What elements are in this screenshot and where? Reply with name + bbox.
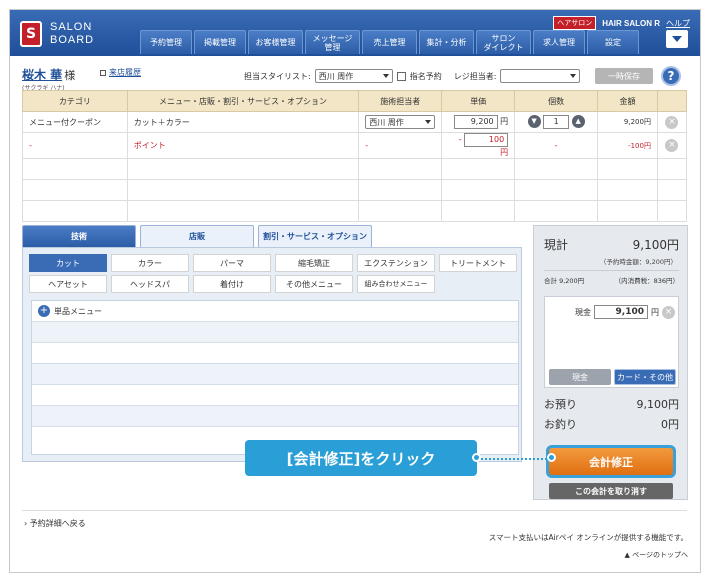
list-item — [32, 406, 518, 427]
change-row: お釣り 0円 — [544, 418, 679, 431]
list-item — [32, 343, 518, 364]
table-row — [22, 158, 688, 180]
connector-dot-icon — [472, 453, 481, 462]
nav-settings[interactable]: 設定 — [587, 30, 639, 54]
category-straightening[interactable]: 縮毛矯正 — [275, 254, 353, 272]
category-color[interactable]: カラー — [111, 254, 189, 272]
main-nav: 予約管理 掲載管理 お客様管理 メッセージ 管理 売上管理 集計・分析 サロン … — [140, 30, 639, 54]
payment-box: 現金 9,100 円 × 現金 カード・その他 — [544, 296, 679, 388]
visit-history-link[interactable]: 来店履歴 — [100, 67, 141, 78]
top-header: S SALON BOARD ヘアサロン HAIR SALON R ヘルプ 予約管理… — [10, 10, 700, 56]
dropdown-arrow-icon — [425, 120, 432, 124]
logo-mark-icon: S — [20, 21, 42, 47]
table-row — [22, 200, 688, 222]
list-item — [32, 364, 518, 385]
single-menu-row[interactable]: + 単品メニュー — [32, 301, 518, 322]
cancel-payment-button[interactable]: この会計を取り消す — [549, 483, 673, 499]
category-grid: カット カラー パーマ 縮毛矯正 エクステンション トリートメント ヘアセット … — [29, 254, 517, 293]
remove-row-icon[interactable]: × — [665, 139, 679, 152]
current-total: 現計 9,100円 — [544, 238, 679, 252]
nav-sales[interactable]: 売上管理 — [362, 30, 417, 54]
list-item — [32, 322, 518, 343]
tab-retail[interactable]: 店販 — [140, 225, 254, 247]
tab-discount[interactable]: 割引・サービス・オプション — [258, 225, 372, 247]
category-other[interactable]: その他メニュー — [275, 275, 353, 293]
category-kitsuke[interactable]: 着付け — [193, 275, 271, 293]
designated-label: 指名予約 — [409, 71, 442, 81]
table-row: - ポイント - - 100 円 - -100円 × — [22, 132, 688, 159]
register-staff-select[interactable] — [500, 69, 581, 83]
table-header-row: カテゴリ メニュー・店販・割引・サービス・オプション 施術担当者 単価 個数 金… — [22, 90, 688, 112]
help-link[interactable]: ヘルプ — [666, 18, 690, 29]
tax-note: （内消費税：836円） — [614, 277, 679, 285]
callout-connector — [477, 458, 555, 460]
category-headspa[interactable]: ヘッドスパ — [111, 275, 189, 293]
designated-checkbox[interactable] — [396, 71, 406, 81]
stylist-label: 担当スタイリスト: — [244, 71, 311, 81]
nav-listing[interactable]: 掲載管理 — [194, 30, 246, 54]
chevron-down-icon — [672, 36, 682, 42]
reservation-amount-note: （予約時金額：9,200円） — [599, 258, 677, 266]
qty-input[interactable]: 1 — [543, 115, 570, 129]
qty-increase-icon[interactable]: ▲ — [571, 115, 585, 128]
list-item — [32, 385, 518, 406]
card-other-button[interactable]: カード・その他 — [614, 369, 676, 385]
nav-salon-direct[interactable]: サロン ダイレクト — [476, 30, 531, 54]
salonboard-logo[interactable]: S SALON BOARD — [20, 18, 140, 50]
app-frame: S SALON BOARD ヘアサロン HAIR SALON R ヘルプ 予約管理… — [9, 9, 701, 573]
plus-circle-icon: + — [38, 305, 50, 317]
remove-row-icon[interactable]: × — [665, 115, 679, 129]
salon-name: HAIR SALON R — [602, 18, 660, 28]
plus-box-icon — [100, 69, 106, 76]
stylist-select[interactable]: 西川 周作 — [314, 69, 393, 83]
customer-name[interactable]: 桜木 華 — [22, 68, 62, 82]
hair-salon-badge: ヘアサロン — [553, 16, 597, 30]
category-cut[interactable]: カット — [29, 254, 107, 272]
instruction-callout: [会計修正]をクリック — [245, 440, 477, 476]
cash-button[interactable]: 現金 — [549, 369, 611, 385]
category-perm[interactable]: パーマ — [193, 254, 271, 272]
payment-fix-button[interactable]: 会計修正 — [546, 445, 676, 478]
temp-save-button[interactable]: 一時保存 — [595, 68, 653, 84]
category-treatment[interactable]: トリートメント — [439, 254, 517, 272]
table-row — [22, 179, 688, 201]
price-input[interactable]: 9,200 — [453, 115, 498, 129]
nav-more-button[interactable] — [666, 30, 688, 48]
deposit-row: お預り 9,100円 — [544, 398, 679, 411]
register-panel: 現計 9,100円 （予約時金額：9,200円） 合計 9,200円 （内消費税：8… — [533, 225, 688, 500]
connector-dot-icon — [547, 453, 556, 462]
category-combo[interactable]: 組み合わせメニュー — [357, 275, 435, 293]
point-input[interactable]: 100 — [464, 133, 509, 147]
nav-reservation[interactable]: 予約管理 — [140, 30, 192, 54]
register-staff-label: レジ担当者: — [453, 71, 497, 81]
footer-note: スマート支払いはAirペイ オンラインが提供する機能です。 — [488, 533, 688, 542]
back-to-reservation-link[interactable]: › 予約詳細へ戻る — [24, 518, 86, 529]
menu-list: + 単品メニュー — [31, 300, 519, 455]
table-row: メニュー付クーポン カット＋カラー 西川 周作 9,200 円 ▼ 1 ▲ 9,… — [22, 111, 688, 133]
menu-tabs: 技術 店販 割引・サービス・オプション — [22, 225, 372, 247]
dropdown-arrow-icon — [570, 74, 577, 78]
page-top-link[interactable]: ▲ ページのトップへ — [625, 550, 688, 560]
tab-technique[interactable]: 技術 — [22, 225, 136, 247]
row-staff-select[interactable]: 西川 周作 — [365, 115, 436, 129]
customer-info: 桜木 華様 (サクラギ ハナ) — [22, 68, 76, 92]
category-hairset[interactable]: ヘアセット — [29, 275, 107, 293]
dropdown-arrow-icon — [382, 74, 389, 78]
subtotal: 合計 9,200円 — [544, 277, 585, 285]
nav-customer[interactable]: お客様管理 — [248, 30, 303, 54]
clear-cash-icon[interactable]: × — [662, 305, 675, 319]
cash-input[interactable]: 9,100 — [594, 305, 648, 319]
line-items-table: カテゴリ メニュー・店販・割引・サービス・オプション 施術担当者 単価 個数 金… — [22, 90, 688, 222]
qty-decrease-icon[interactable]: ▼ — [527, 115, 541, 128]
help-circle-icon[interactable]: ? — [661, 66, 681, 86]
nav-message[interactable]: メッセージ 管理 — [305, 30, 360, 54]
category-extension[interactable]: エクステンション — [357, 254, 435, 272]
nav-analytics[interactable]: 集計・分析 — [419, 30, 474, 54]
menu-panel: カット カラー パーマ 縮毛矯正 エクステンション トリートメント ヘアセット … — [22, 247, 522, 462]
nav-recruit[interactable]: 求人管理 — [533, 30, 585, 54]
